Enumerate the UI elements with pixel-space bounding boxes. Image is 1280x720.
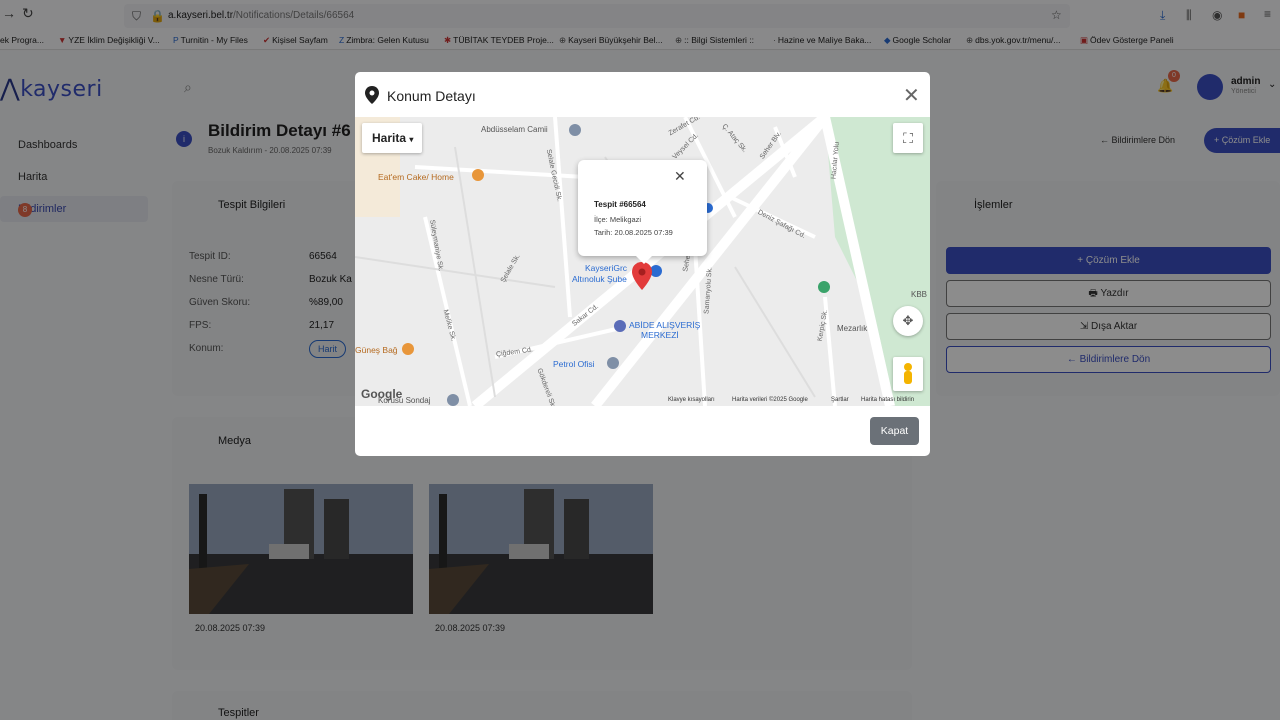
- close-button[interactable]: Kapat: [870, 417, 919, 445]
- map-info-popup: ✕ Tespit #66564 İlçe: Melikgazi Tarih: 2…: [578, 160, 707, 264]
- map-type-button[interactable]: Harita ▾: [362, 123, 422, 153]
- map-footer-link[interactable]: Klavye kısayolları: [668, 397, 715, 403]
- popup-close-icon[interactable]: ✕: [674, 168, 686, 185]
- pegman-icon[interactable]: [893, 357, 923, 391]
- map-label: Eat'em Cake/ Home: [378, 172, 454, 182]
- map-label: ABİDE ALIŞVERİŞ: [629, 320, 701, 330]
- pegman-figure: [904, 363, 912, 384]
- pan-icon[interactable]: ✥: [893, 306, 923, 336]
- close-icon[interactable]: ✕: [903, 83, 920, 108]
- map-pin-icon: [365, 86, 379, 104]
- map-footer-text: Harita verileri ©2025 Google: [732, 397, 808, 403]
- map-label: Altınoluk Şube: [572, 274, 627, 284]
- map-label: Abdüsselam Camii: [481, 125, 548, 134]
- map-label: Mezarlık: [837, 324, 868, 333]
- modal-title: Konum Detayı: [387, 88, 476, 104]
- popup-ilce: İlçe: Melikgazi: [594, 215, 642, 224]
- map-label: MERKEZİ: [641, 330, 679, 340]
- google-logo: Google: [361, 387, 403, 401]
- map-footer-link[interactable]: Harita hatası bildirin: [861, 397, 914, 403]
- popup-tarih: Tarih: 20.08.2025 07:39: [594, 228, 673, 237]
- map-label: Güneş Bağ: [355, 345, 398, 355]
- map-footer-link[interactable]: Şartlar: [831, 397, 849, 403]
- popup-title: Tespit #66564: [594, 200, 646, 209]
- map-label: KBB: [911, 290, 928, 299]
- fullscreen-icon[interactable]: ⛶: [893, 123, 923, 153]
- map-view[interactable]: Harita ▾ ⛶ ✥ Abdüsselam Camii Eat'em Cak…: [355, 117, 930, 406]
- map-label: Petrol Ofisi: [553, 359, 595, 369]
- location-modal: Konum Detayı ✕ Harita ▾ ⛶ ✥ Abdüsselam C…: [355, 72, 930, 456]
- map-label: KayseriGrc: [585, 263, 628, 273]
